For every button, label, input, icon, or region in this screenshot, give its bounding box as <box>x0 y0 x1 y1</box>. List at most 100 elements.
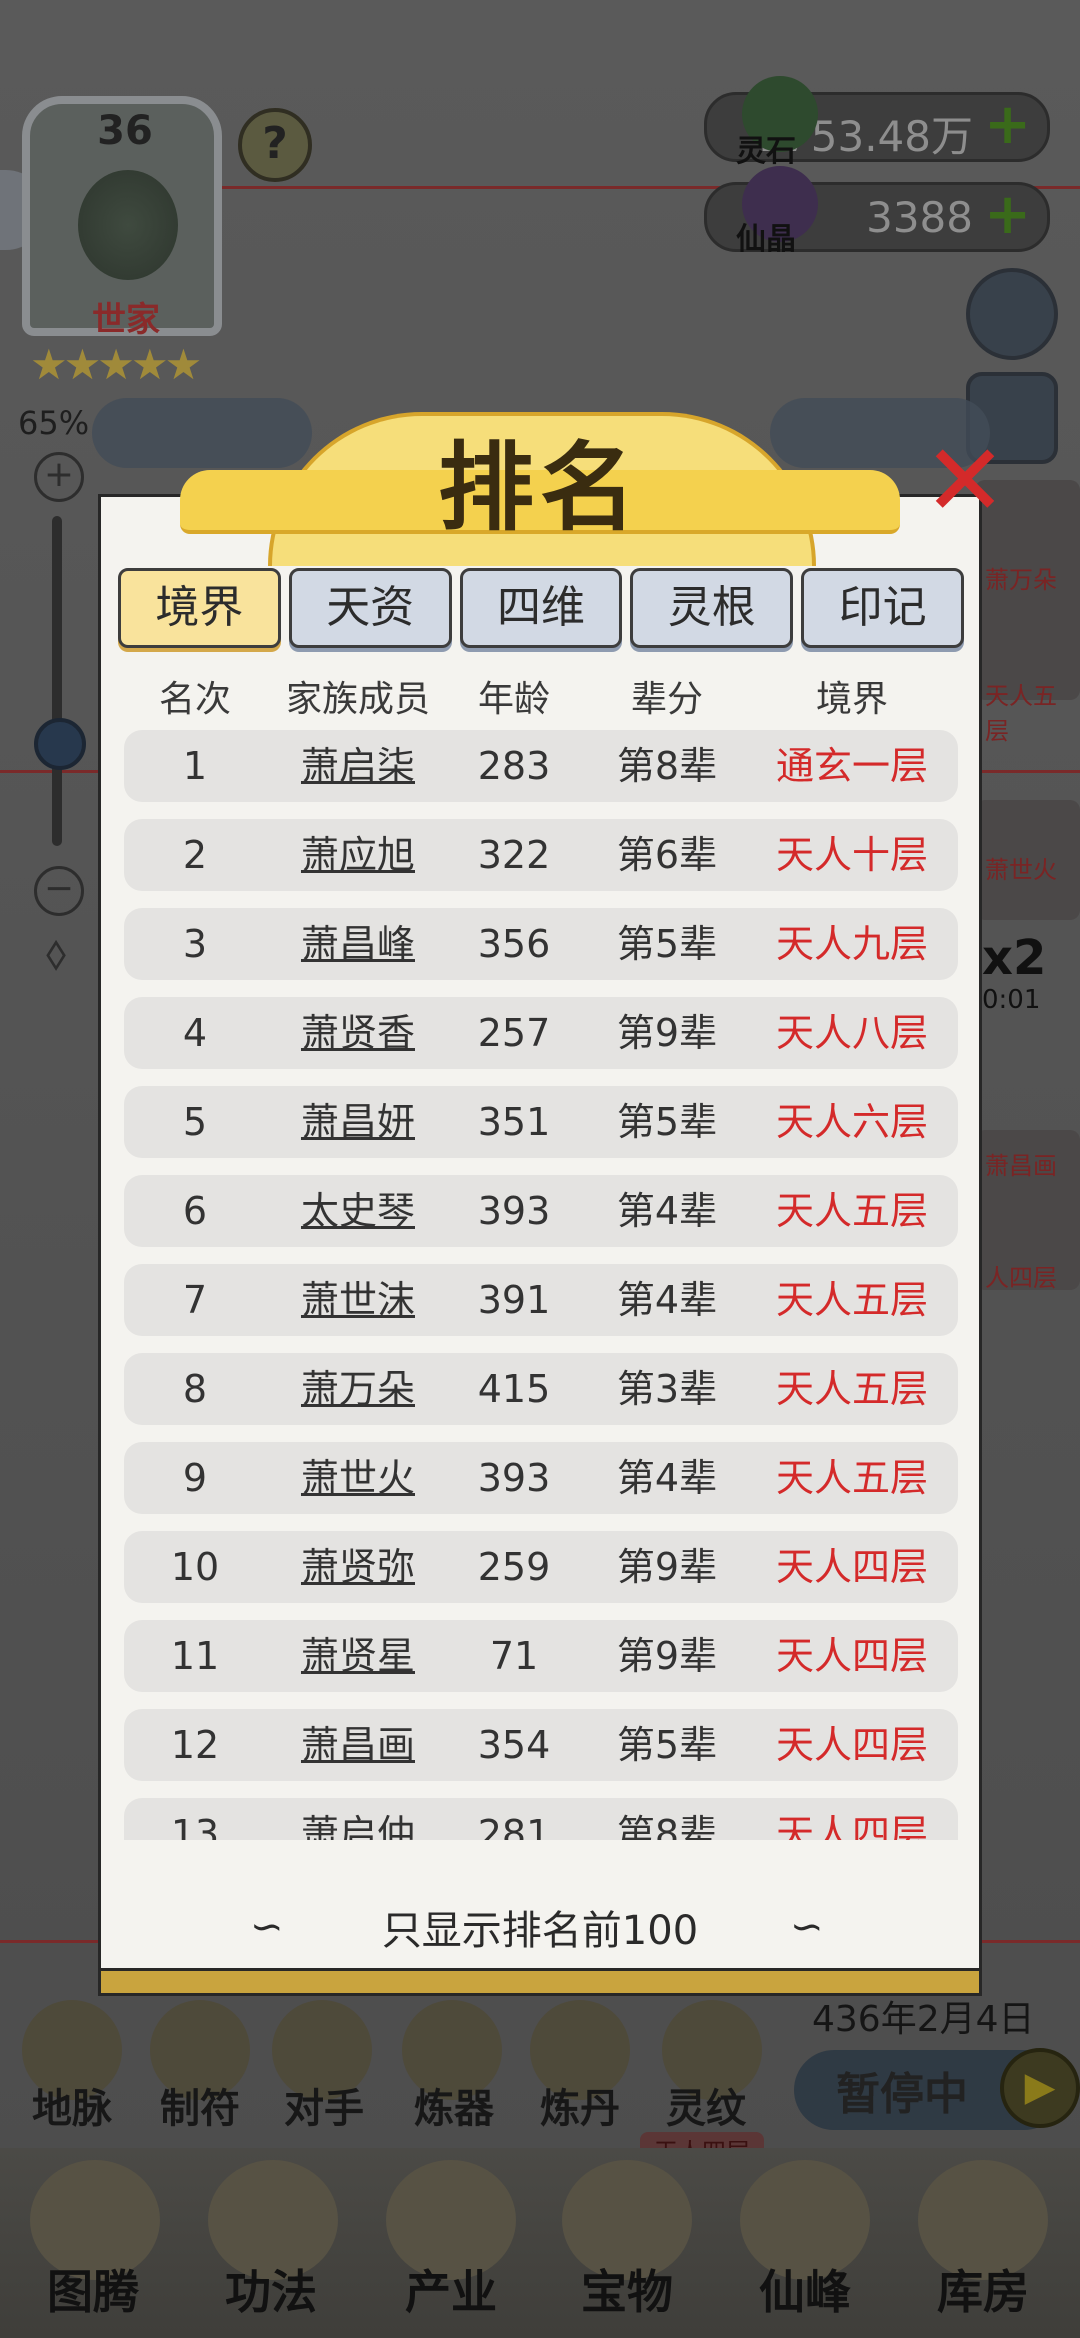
table-header: 名次 家族成员 年龄 辈分 境界 <box>124 670 964 730</box>
table-row: 10 萧贤弥 259 第9辈 天人四层 <box>124 1531 958 1603</box>
pause-status-label: 暂停中 <box>836 2069 968 2120</box>
row-rank: 1 <box>182 744 208 788</box>
row-member-link[interactable]: 萧昌画 <box>258 1709 458 1781</box>
clan-level: 36 <box>97 108 153 154</box>
row-age: 322 <box>477 833 551 877</box>
immortal-crystal-value: 3388 <box>866 193 973 242</box>
row-generation: 第4辈 <box>616 1189 718 1233</box>
nav-technique[interactable]: 功法 <box>196 2256 346 2322</box>
row-member-link[interactable]: 萧贤星 <box>258 1620 458 1692</box>
add-immortal-crystal-button[interactable]: + <box>984 185 1031 245</box>
row-realm: 天人九层 <box>775 922 928 966</box>
location-drop-icon[interactable]: ⬨ <box>28 924 84 984</box>
nav-industry[interactable]: 产业 <box>376 2256 526 2322</box>
table-row: 12 萧昌画 354 第5辈 天人四层 <box>124 1709 958 1781</box>
col-realm: 境界 <box>815 679 888 720</box>
col-member: 家族成员 <box>285 679 430 720</box>
row-rank: 2 <box>182 833 208 877</box>
row-generation: 第4辈 <box>616 1278 718 1322</box>
zoom-slider-knob[interactable] <box>34 718 86 770</box>
table-row: 3 萧昌峰 356 第5辈 天人九层 <box>124 908 958 980</box>
nav-warehouse[interactable]: 库房 <box>908 2256 1058 2322</box>
peek-realm: 人四层 <box>985 1264 1057 1292</box>
close-icon[interactable]: ✕ <box>920 431 1010 531</box>
row-rank: 3 <box>182 922 208 966</box>
row-realm: 天人十层 <box>775 833 928 877</box>
func-label-spirit-pattern: 灵纹 <box>666 2086 746 2132</box>
table-row: 2 萧应旭 322 第6辈 天人十层 <box>124 819 958 891</box>
peek-name: 萧昌画 <box>985 1152 1057 1180</box>
modal-bottom-trim <box>98 1968 982 1996</box>
row-generation: 第9辈 <box>616 1011 718 1055</box>
tab-mark[interactable]: 印记 <box>801 568 964 648</box>
row-age: 356 <box>477 922 551 966</box>
row-rank: 13 <box>170 1812 220 1840</box>
settings-gear-icon[interactable] <box>966 268 1058 360</box>
spirit-stone-label: 灵石 <box>736 134 796 169</box>
row-realm: 天人五层 <box>775 1189 928 1233</box>
add-spirit-stone-button[interactable]: + <box>984 95 1031 155</box>
row-age: 71 <box>489 1634 539 1678</box>
func-label-artifact-forge: 炼器 <box>414 2086 494 2132</box>
func-label-earth-vein: 地脉 <box>32 2086 112 2132</box>
clan-type-label: 世家 <box>92 300 160 340</box>
zoom-slider-track[interactable] <box>52 516 62 846</box>
swirl-ornament-right: ∽ <box>790 1904 824 1950</box>
table-row: 1 萧启柒 283 第8辈 通玄一层 <box>124 730 958 802</box>
row-member-link[interactable]: 萧贤弥 <box>258 1531 458 1603</box>
row-member-link[interactable]: 萧启柒 <box>258 730 458 802</box>
row-rank: 11 <box>170 1634 220 1678</box>
table-row: 7 萧世沫 391 第4辈 天人五层 <box>124 1264 958 1336</box>
speed-multiplier[interactable]: x2 <box>982 930 1046 986</box>
func-label-rival: 对手 <box>284 2086 364 2132</box>
row-member-link[interactable]: 萧万朵 <box>258 1353 458 1425</box>
row-age: 393 <box>477 1456 551 1500</box>
row-age: 391 <box>477 1278 551 1322</box>
row-rank: 5 <box>182 1100 208 1144</box>
speed-timer: 0:01 <box>982 985 1041 1015</box>
row-rank: 9 <box>182 1456 208 1500</box>
table-row: 4 萧贤香 257 第9辈 天人八层 <box>124 997 958 1069</box>
peek-name: 萧世火 <box>985 856 1057 884</box>
row-generation: 第5辈 <box>616 1100 718 1144</box>
play-icon[interactable]: ▶ <box>1000 2048 1080 2128</box>
nav-totem[interactable]: 图腾 <box>18 2256 168 2322</box>
row-member-link[interactable]: 萧昌妍 <box>258 1086 458 1158</box>
tab-spirit-root[interactable]: 灵根 <box>630 568 794 648</box>
clan-stars: ★★★★★ <box>30 340 202 389</box>
table-row: 8 萧万朵 415 第3辈 天人五层 <box>124 1353 958 1425</box>
nav-immortal-peak[interactable]: 仙峰 <box>730 2256 880 2322</box>
row-member-link[interactable]: 太史琴 <box>258 1175 458 1247</box>
row-member-link[interactable]: 萧应旭 <box>258 819 458 891</box>
row-member-link[interactable]: 萧世火 <box>258 1442 458 1514</box>
tab-realm[interactable]: 境界 <box>118 568 281 648</box>
tab-talent[interactable]: 天资 <box>288 568 452 648</box>
help-button[interactable]: ? <box>238 108 312 182</box>
row-generation: 第4辈 <box>616 1456 718 1500</box>
row-rank: 8 <box>182 1367 208 1411</box>
ranking-tabs: 境界 天资 四维 灵根 印记 <box>118 568 964 652</box>
zoom-out-button[interactable]: − <box>34 866 84 916</box>
row-age: 354 <box>477 1723 551 1767</box>
row-generation: 第9辈 <box>616 1634 718 1678</box>
row-generation: 第5辈 <box>616 1723 718 1767</box>
row-generation: 第5辈 <box>616 922 718 966</box>
row-member-link[interactable]: 萧世沫 <box>258 1264 458 1336</box>
ranking-list[interactable]: 1 萧启柒 283 第8辈 通玄一层 2 萧应旭 322 第6辈 天人十层 3 … <box>124 730 960 1840</box>
row-rank: 12 <box>170 1723 220 1767</box>
func-label-alchemy: 炼丹 <box>540 2086 620 2132</box>
table-row: 5 萧昌妍 351 第5辈 天人六层 <box>124 1086 958 1158</box>
row-member-link[interactable]: 萧昌峰 <box>258 908 458 980</box>
nav-treasure[interactable]: 宝物 <box>552 2256 702 2322</box>
tab-attributes[interactable]: 四维 <box>459 568 623 648</box>
row-realm: 天人四层 <box>775 1634 928 1678</box>
row-realm: 天人五层 <box>775 1367 928 1411</box>
row-age: 351 <box>477 1100 551 1144</box>
row-member-link[interactable]: 萧启仲 <box>258 1798 458 1840</box>
row-age: 259 <box>477 1545 551 1589</box>
row-member-link[interactable]: 萧贤香 <box>258 997 458 1069</box>
table-row: 9 萧世火 393 第4辈 天人五层 <box>124 1442 958 1514</box>
table-row: 6 太史琴 393 第4辈 天人五层 <box>124 1175 958 1247</box>
table-row: 13 萧启仲 281 第8辈 天人四层 <box>124 1798 958 1840</box>
col-age: 年龄 <box>477 679 550 720</box>
